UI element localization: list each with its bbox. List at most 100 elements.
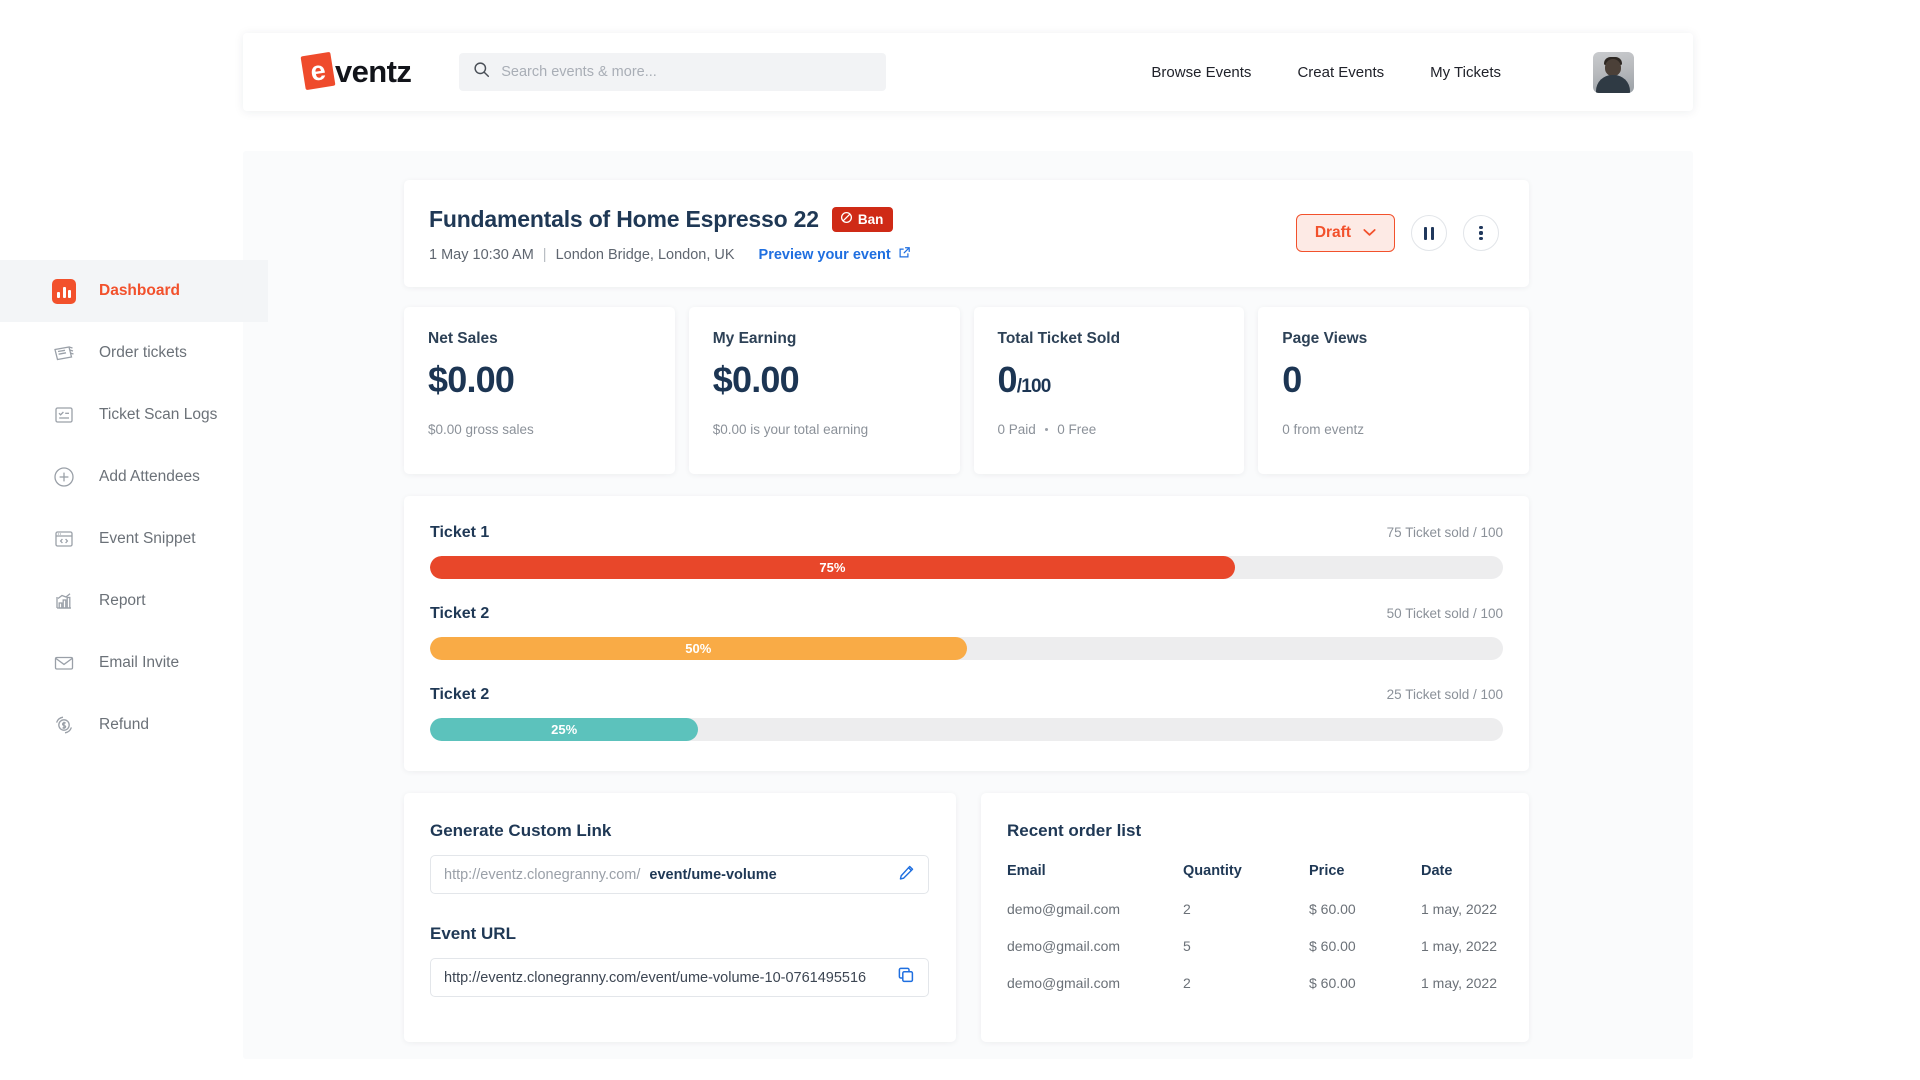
meta-separator: | (542, 246, 547, 263)
sidebar-item-refund[interactable]: Refund (0, 694, 268, 756)
dashboard-page: e ventz Search events & more... Browse E… (0, 0, 1920, 1080)
avatar-head (1605, 58, 1621, 76)
main-nav: Browse Events Creat Events My Tickets (1151, 51, 1693, 93)
table-row: demo@gmail.com 2 $ 60.00 1 may, 2022 (1007, 901, 1499, 938)
avatar-body (1596, 74, 1630, 93)
stat-label: Total Ticket Sold (997, 330, 1121, 347)
nav-my-tickets[interactable]: My Tickets (1430, 64, 1501, 81)
edit-custom-link-button[interactable] (898, 864, 915, 886)
cell-quantity: 5 (1183, 938, 1191, 954)
progress-percent-label: 25% (551, 722, 578, 737)
sidebar-label-dashboard: Dashboard (99, 282, 180, 299)
sidebar-label-report: Report (99, 592, 146, 609)
sidebar-item-dashboard[interactable]: Dashboard (0, 260, 268, 322)
stat-value: $0.00 (712, 359, 800, 400)
stat-value: $0.00 (428, 359, 515, 400)
logo-wordmark: ventz (335, 54, 412, 89)
custom-link-prefix: http://eventz.clonegranny.com/ (444, 866, 641, 883)
ban-icon (840, 211, 853, 227)
checklist-icon (52, 403, 76, 427)
sidebar-item-order-tickets[interactable]: Order tickets (0, 322, 268, 384)
column-header-price: Price (1309, 863, 1345, 879)
nav-creat-events[interactable]: Creat Events (1297, 64, 1384, 81)
recent-orders-title: Recent order list (1007, 821, 1142, 840)
ticket-progress-row: Ticket 1 75 Ticket sold / 100 75% (430, 524, 1503, 579)
ticket-progress-row: Ticket 2 50 Ticket sold / 100 50% (430, 605, 1503, 660)
stat-sub: 0 Paid 0 Free (998, 422, 1221, 437)
progress-track: 50% (430, 637, 1503, 660)
envelope-icon (52, 651, 76, 675)
event-header-info: Fundamentals of Home Espresso 22 Ban 1 M… (429, 206, 911, 263)
ticket-name: Ticket 2 (430, 686, 490, 703)
copy-event-url-button[interactable] (897, 966, 915, 989)
cell-quantity: 2 (1183, 975, 1191, 991)
ticket-count: 75 Ticket sold / 100 (1386, 525, 1503, 540)
ticket-icon (52, 341, 76, 365)
report-chart-icon (52, 589, 76, 613)
ticket-count: 25 Ticket sold / 100 (1386, 687, 1503, 702)
preview-event-link[interactable]: Preview your event (759, 246, 911, 263)
stats-row: Net Sales $0.00 $0.00 gross sales My Ear… (404, 307, 1529, 474)
sidebar-label-order-tickets: Order tickets (99, 344, 187, 361)
cell-date: 1 may, 2022 (1421, 938, 1498, 954)
stat-sub-dot (1044, 427, 1049, 432)
sidebar-label-refund: Refund (99, 716, 149, 733)
cell-date: 1 may, 2022 (1421, 901, 1498, 917)
stat-label: Net Sales (428, 330, 498, 347)
sidebar-label-email-invite: Email Invite (99, 654, 180, 671)
ticket-name: Ticket 1 (430, 524, 490, 541)
stat-card-total-ticket-sold: Total Ticket Sold 0/100 0 Paid 0 Free (973, 307, 1245, 474)
sidebar-label-add-attendees: Add Attendees (99, 468, 200, 485)
nav-browse-events[interactable]: Browse Events (1151, 64, 1251, 81)
progress-track: 75% (430, 556, 1503, 579)
stat-card-my-earning: My Earning $0.00 $0.00 is your total ear… (688, 307, 960, 474)
sidebar-item-event-snippet[interactable]: Event Snippet (0, 508, 268, 570)
bar-chart-icon (52, 278, 76, 304)
sidebar-item-ticket-scan-logs[interactable]: Ticket Scan Logs (0, 384, 268, 446)
ticket-progress-header: Ticket 1 75 Ticket sold / 100 (430, 524, 1503, 542)
search-placeholder: Search events & more... (501, 64, 657, 80)
event-url-input[interactable]: http://eventz.clonegranny.com/event/ume-… (430, 958, 929, 997)
pencil-icon (898, 864, 915, 886)
sidebar-item-report[interactable]: Report (0, 570, 268, 632)
sidebar-label-ticket-scan-logs: Ticket Scan Logs (99, 406, 218, 423)
bottom-panels: Generate Custom Link http://eventz.clone… (404, 793, 1529, 1042)
stat-value-suffix: /100 (1016, 376, 1052, 397)
progress-fill: 75% (430, 556, 1235, 579)
stat-label: My Earning (712, 330, 797, 347)
cell-quantity: 2 (1183, 901, 1191, 917)
avatar[interactable] (1593, 51, 1634, 93)
search-input[interactable]: Search events & more... (459, 53, 887, 91)
cell-email: demo@gmail.com (1007, 901, 1121, 917)
stat-card-net-sales: Net Sales $0.00 $0.00 gross sales (404, 307, 675, 474)
chevron-down-icon (1363, 224, 1376, 242)
status-dropdown-draft[interactable]: Draft (1295, 214, 1395, 252)
stat-value: 0/100 (998, 362, 1221, 398)
ticket-progress-card: Ticket 1 75 Ticket sold / 100 75% Ticket… (404, 496, 1529, 771)
cell-email: demo@gmail.com (1007, 975, 1121, 991)
custom-link-input[interactable]: http://eventz.clonegranny.com/ event/ume… (430, 855, 929, 894)
sidebar-item-email-invite[interactable]: Email Invite (0, 632, 268, 694)
event-title-row: Fundamentals of Home Espresso 22 Ban (429, 206, 911, 233)
stat-sub: $0.00 gross sales (428, 422, 534, 437)
custom-link-title: Generate Custom Link (430, 821, 612, 840)
progress-percent-label: 75% (819, 560, 846, 575)
main-content: Fundamentals of Home Espresso 22 Ban 1 M… (404, 180, 1529, 1042)
cell-price: $ 60.00 (1309, 975, 1356, 991)
more-options-button[interactable] (1463, 215, 1499, 251)
sidebar-item-add-attendees[interactable]: Add Attendees (0, 446, 268, 508)
ticket-name: Ticket 2 (430, 605, 490, 622)
table-row: demo@gmail.com 2 $ 60.00 1 may, 2022 (1007, 975, 1499, 1012)
column-header-date: Date (1421, 863, 1453, 879)
cell-price: $ 60.00 (1309, 901, 1356, 917)
pause-icon (1423, 226, 1435, 240)
cell-date: 1 may, 2022 (1421, 975, 1498, 991)
stat-value: 0 (1282, 359, 1302, 400)
ticket-progress-header: Ticket 2 25 Ticket sold / 100 (430, 686, 1503, 704)
stat-value-number: 0 (997, 359, 1018, 400)
eventz-logo[interactable]: e ventz (300, 51, 412, 91)
plus-circle-icon (52, 465, 76, 489)
column-header-email: Email (1007, 863, 1046, 879)
event-header-actions: Draft (1295, 206, 1499, 252)
pause-button[interactable] (1411, 215, 1447, 251)
